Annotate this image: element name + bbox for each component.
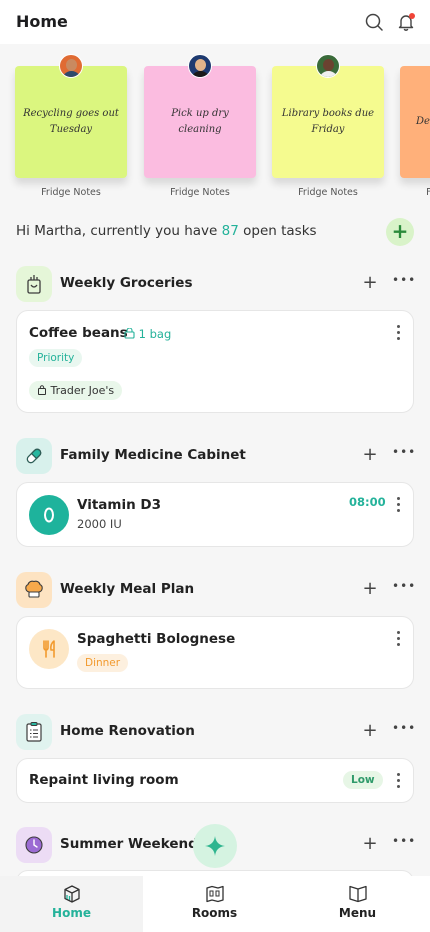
sparkle-icon[interactable] xyxy=(193,824,237,868)
section-header-renovation: Home Renovation + ••• xyxy=(0,714,430,750)
more-options-button[interactable]: ••• xyxy=(392,444,415,464)
add-item-button[interactable]: + xyxy=(360,444,380,466)
add-item-button[interactable]: + xyxy=(360,833,380,855)
priority-badge: Low xyxy=(343,771,383,789)
note-text: Recycling goes out Tuesday xyxy=(15,66,127,178)
section-title: Summer Weekends xyxy=(60,836,206,852)
item-menu-icon[interactable] xyxy=(395,325,401,343)
notification-dot xyxy=(409,13,415,19)
section-header-meal: Weekly Meal Plan + ••• xyxy=(0,572,430,608)
section-header-groceries: Weekly Groceries + ••• xyxy=(0,266,430,302)
page-title: Home xyxy=(16,12,68,31)
avatar xyxy=(59,54,83,78)
home-screen: Home Recycling goes out Tuesday Fridge N… xyxy=(0,0,430,932)
notifications-bell-icon[interactable] xyxy=(396,12,416,32)
grocery-bag-icon xyxy=(16,266,52,302)
meal-item-card[interactable]: Spaghetti Bolognese Dinner xyxy=(16,616,414,689)
add-task-button[interactable]: + xyxy=(386,218,414,246)
search-icon[interactable] xyxy=(364,12,384,32)
fridge-notes-carousel[interactable]: Recycling goes out Tuesday Fridge Notes … xyxy=(0,52,430,202)
chef-hat-icon xyxy=(16,572,52,608)
item-name: Vitamin D3 xyxy=(77,497,162,513)
grocery-item-card[interactable]: Coffee beans 1 bag Priority Trader Joe's xyxy=(16,310,414,413)
add-item-button[interactable]: + xyxy=(360,720,380,742)
store-badge: Trader Joe's xyxy=(29,381,123,400)
open-tasks-greeting: Hi Martha, currently you have 87 open ta… xyxy=(16,223,317,239)
tab-home[interactable]: Home xyxy=(0,876,143,932)
avatar xyxy=(316,54,340,78)
rooms-icon xyxy=(205,884,225,904)
note-caption: Fridge Notes xyxy=(170,187,230,198)
section-title: Weekly Groceries xyxy=(60,275,193,291)
fridge-note-card[interactable]: Dentist me... Fridge Notes xyxy=(400,52,430,202)
clock-icon xyxy=(16,827,52,863)
home-cube-icon xyxy=(62,884,82,904)
fridge-note-card[interactable]: Pick up dry cleaning Fridge Notes xyxy=(144,52,260,202)
item-dose: 2000 IU xyxy=(77,517,122,531)
open-task-count: 87 xyxy=(221,223,239,239)
item-name: Spaghetti Bolognese xyxy=(77,631,236,647)
add-item-button[interactable]: + xyxy=(360,578,380,600)
medicine-icon xyxy=(29,495,69,535)
item-name: Repaint living room xyxy=(29,772,179,788)
tab-rooms[interactable]: Rooms xyxy=(143,876,286,932)
medicine-item-card[interactable]: Vitamin D3 2000 IU 08:00 xyxy=(16,482,414,547)
note-text: Pick up dry cleaning xyxy=(144,66,256,178)
clipboard-checklist-icon xyxy=(16,714,52,750)
priority-badge: Priority xyxy=(29,349,83,367)
section-title: Weekly Meal Plan xyxy=(60,581,195,597)
fridge-note-card[interactable]: Library books due Friday Fridge Notes xyxy=(272,52,388,202)
add-item-button[interactable]: + xyxy=(360,272,380,294)
note-text: Library books due Friday xyxy=(272,66,384,178)
more-options-button[interactable]: ••• xyxy=(392,272,415,292)
shop-bag-icon xyxy=(38,385,46,395)
more-options-button[interactable]: ••• xyxy=(392,578,415,598)
basket-icon xyxy=(124,327,135,339)
tab-label: Rooms xyxy=(191,906,238,920)
more-options-button[interactable]: ••• xyxy=(392,833,415,853)
item-menu-icon[interactable] xyxy=(395,773,401,791)
tab-label: Menu xyxy=(338,906,377,920)
item-menu-icon[interactable] xyxy=(395,497,401,515)
item-name: Coffee beans xyxy=(29,325,128,341)
bottom-tab-bar: Home Rooms Menu xyxy=(0,876,430,932)
top-bar: Home xyxy=(0,0,430,44)
meal-type-badge: Dinner xyxy=(77,654,129,672)
section-title: Home Renovation xyxy=(60,723,195,739)
note-caption: Fridge Notes xyxy=(426,187,430,198)
tab-label: Home xyxy=(52,906,91,920)
avatar xyxy=(188,54,212,78)
section-title: Family Medicine Cabinet xyxy=(60,447,246,463)
item-quantity: 1 bag xyxy=(124,327,171,341)
fridge-note-card[interactable]: Recycling goes out Tuesday Fridge Notes xyxy=(15,52,131,202)
note-caption: Fridge Notes xyxy=(298,187,358,198)
menu-book-icon xyxy=(348,884,368,904)
more-options-button[interactable]: ••• xyxy=(392,720,415,740)
pill-capsule-icon xyxy=(16,438,52,474)
tab-menu[interactable]: Menu xyxy=(286,876,429,932)
reminder-time: 08:00 xyxy=(349,495,386,509)
section-header-medicine: Family Medicine Cabinet + ••• xyxy=(0,438,430,474)
renovation-item-card[interactable]: Repaint living room Low xyxy=(16,758,414,803)
note-text: Dentist me... xyxy=(400,66,430,178)
item-menu-icon[interactable] xyxy=(395,631,401,649)
fork-knife-icon xyxy=(29,629,69,669)
note-caption: Fridge Notes xyxy=(41,187,101,198)
section-header-summer: Summer Weekends + ••• xyxy=(0,824,430,868)
